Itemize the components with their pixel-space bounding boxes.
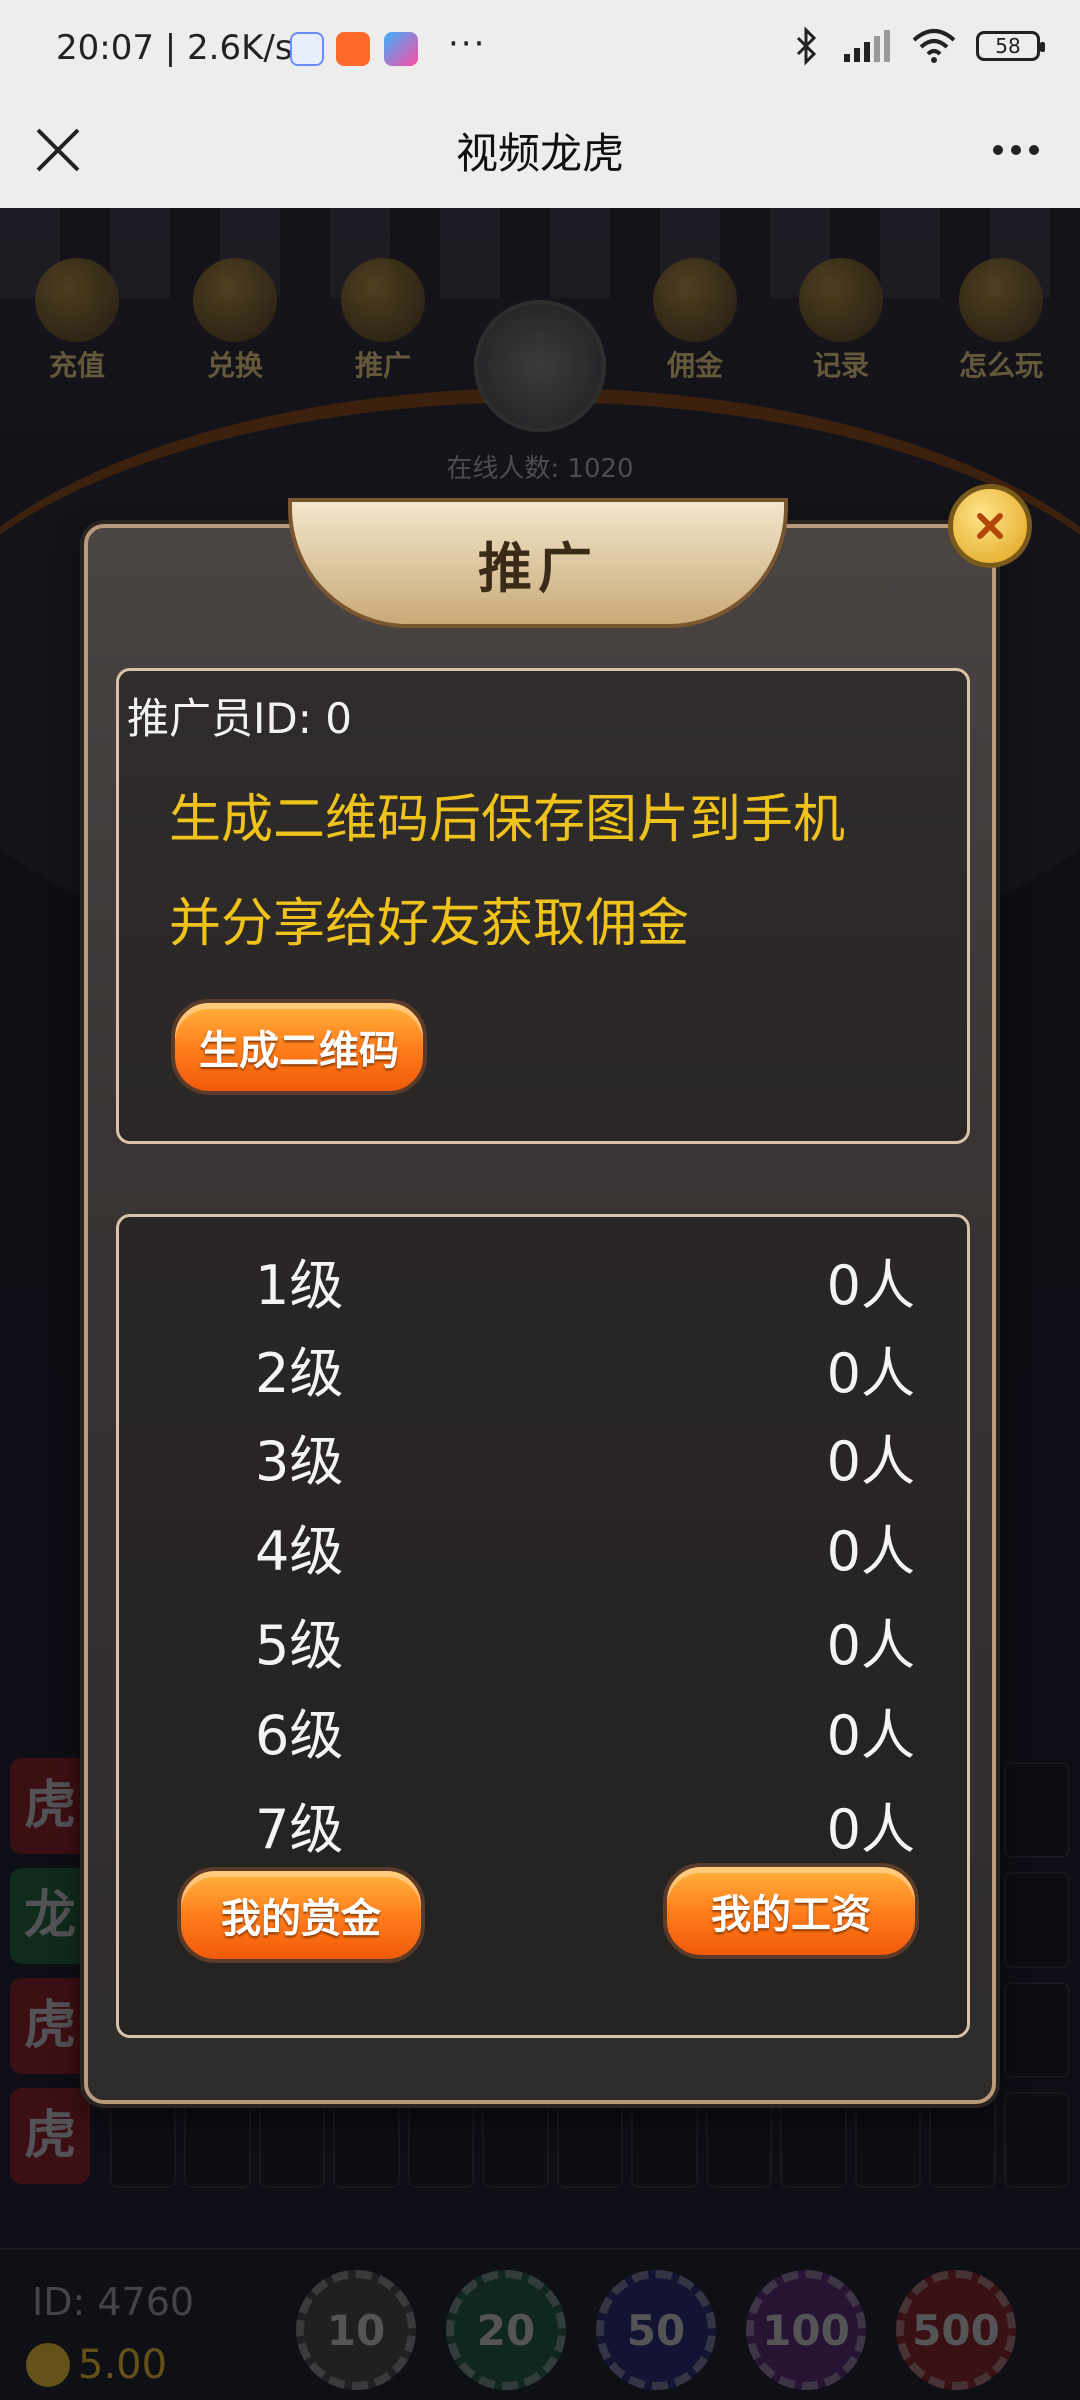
promotion-dialog: 推广 推广员ID: 0 生成二维码后保存图片到手机 并分享给好友获取佣金 生成二… bbox=[84, 498, 996, 2104]
close-icon bbox=[977, 513, 1003, 539]
dialog-title: 推广 bbox=[478, 536, 598, 600]
cloud-app-icon bbox=[290, 32, 324, 66]
level-label: 2级 bbox=[255, 1342, 344, 1405]
generate-qr-button[interactable]: 生成二维码 bbox=[171, 999, 427, 1095]
level-count: 0人 bbox=[826, 1430, 915, 1493]
video-app-icon bbox=[336, 32, 370, 66]
level-label: 3级 bbox=[255, 1430, 344, 1493]
level-row: 7级 0人 bbox=[119, 1785, 973, 1865]
status-right-icons: 58 bbox=[792, 26, 1045, 66]
wifi-icon bbox=[912, 29, 956, 63]
more-options-icon[interactable] bbox=[986, 120, 1046, 180]
close-dialog-button[interactable] bbox=[948, 484, 1032, 568]
qr-panel: 推广员ID: 0 生成二维码后保存图片到手机 并分享给好友获取佣金 生成二维码 bbox=[116, 668, 970, 1144]
level-row: 2级 0人 bbox=[119, 1329, 973, 1409]
signal-icon bbox=[844, 30, 890, 62]
status-bar: 20:07 | 2.6K/s ··· 58 bbox=[0, 0, 1080, 100]
play-app-icon bbox=[384, 32, 418, 66]
battery-icon: 58 bbox=[976, 31, 1045, 61]
status-more-icon: ··· bbox=[448, 24, 487, 64]
level-row: 3级 0人 bbox=[119, 1417, 973, 1497]
level-row: 6级 0人 bbox=[119, 1691, 973, 1771]
level-label: 4级 bbox=[255, 1520, 344, 1583]
title-bar: 视频龙虎 bbox=[0, 100, 1080, 208]
instruction-line-2: 并分享给好友获取佣金 bbox=[169, 894, 690, 954]
promoter-id: 推广员ID: 0 bbox=[127, 694, 352, 743]
level-count: 0人 bbox=[826, 1798, 915, 1861]
instruction-line-1: 生成二维码后保存图片到手机 bbox=[169, 790, 846, 850]
levels-panel: 1级 0人 2级 0人 3级 0人 4级 0人 5级 0人 6级 0人 7级 0人 我的赏金 … bbox=[116, 1214, 970, 2038]
level-count: 0人 bbox=[826, 1520, 915, 1583]
page-title: 视频龙虎 bbox=[455, 129, 624, 178]
level-label: 7级 bbox=[255, 1798, 344, 1861]
level-count: 0人 bbox=[826, 1614, 915, 1677]
level-row: 1级 0人 bbox=[119, 1241, 973, 1321]
level-count: 0人 bbox=[826, 1342, 915, 1405]
level-row: 4级 0人 bbox=[119, 1507, 973, 1587]
my-salary-button[interactable]: 我的工资 bbox=[663, 1863, 919, 1959]
level-count: 0人 bbox=[826, 1254, 915, 1317]
level-row: 5级 0人 bbox=[119, 1601, 973, 1681]
level-count: 0人 bbox=[826, 1704, 915, 1767]
dialog-title-plate: 推广 bbox=[288, 498, 788, 628]
status-time: 20:07 | 2.6K/s bbox=[56, 28, 293, 68]
level-label: 5级 bbox=[255, 1614, 344, 1677]
battery-level: 58 bbox=[995, 34, 1021, 58]
bluetooth-icon bbox=[796, 26, 817, 66]
level-label: 1级 bbox=[255, 1254, 344, 1317]
level-label: 6级 bbox=[255, 1704, 344, 1767]
my-reward-button[interactable]: 我的赏金 bbox=[177, 1867, 425, 1963]
